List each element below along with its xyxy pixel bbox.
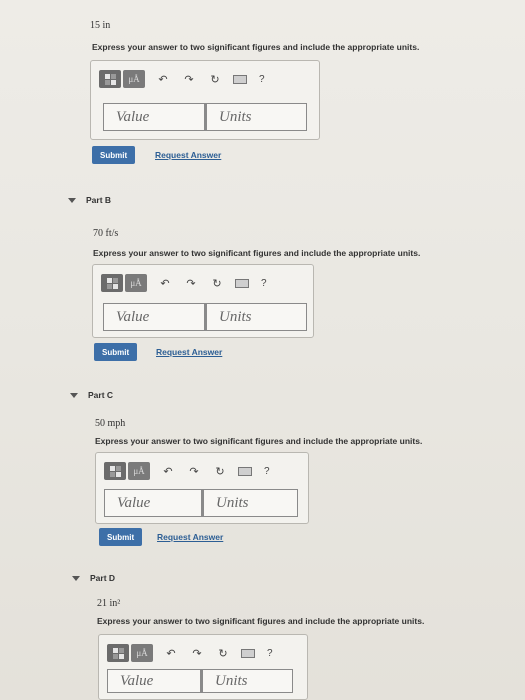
- partB-toolbar: μÅ ↶ ↷ ↻ ?: [101, 273, 267, 293]
- partC-fields: Value Units: [104, 489, 298, 517]
- template-button[interactable]: [104, 462, 126, 480]
- undo-icon[interactable]: ↶: [153, 73, 173, 86]
- partA-answer-box: μÅ ↶ ↷ ↻ ? Value Units: [90, 60, 320, 140]
- units-input[interactable]: Units: [202, 489, 298, 517]
- undo-icon[interactable]: ↶: [158, 465, 178, 478]
- reset-icon[interactable]: ↻: [205, 73, 225, 86]
- partD-instruction: Express your answer to two significant f…: [97, 616, 425, 626]
- redo-icon[interactable]: ↷: [184, 465, 204, 478]
- redo-icon[interactable]: ↷: [181, 277, 201, 290]
- partD-given: 21 in²: [97, 598, 121, 609]
- units-input[interactable]: Units: [205, 103, 307, 131]
- partB-given: 70 ft/s: [93, 228, 119, 239]
- template-icon: [112, 647, 124, 659]
- units-symbols-button[interactable]: μÅ: [128, 462, 150, 480]
- page: 15 in Express your answer to two signifi…: [0, 0, 525, 700]
- partB-instruction: Express your answer to two significant f…: [93, 248, 421, 258]
- undo-icon[interactable]: ↶: [161, 647, 181, 660]
- partB-fields: Value Units: [103, 303, 307, 331]
- partD-answer-box: μÅ ↶ ↷ ↻ ? Value Units: [98, 634, 308, 700]
- units-input[interactable]: Units: [201, 669, 293, 693]
- partB-request-answer-link[interactable]: Request Answer: [156, 347, 222, 357]
- template-button[interactable]: [99, 70, 121, 88]
- units-symbols-button[interactable]: μÅ: [123, 70, 145, 88]
- collapse-caret-icon: [70, 392, 78, 398]
- partC-header[interactable]: Part C: [70, 390, 113, 400]
- units-symbols-button[interactable]: μÅ: [125, 274, 147, 292]
- units-input[interactable]: Units: [205, 303, 307, 331]
- partD-header[interactable]: Part D: [72, 573, 115, 583]
- reset-icon[interactable]: ↻: [207, 277, 227, 290]
- value-input[interactable]: Value: [103, 103, 205, 131]
- template-button[interactable]: [107, 644, 129, 662]
- partC-title: Part C: [88, 390, 114, 400]
- partA-request-answer-link[interactable]: Request Answer: [155, 150, 221, 160]
- partD-fields: Value Units: [107, 669, 293, 693]
- partC-instruction: Express your answer to two significant f…: [95, 436, 423, 446]
- collapse-caret-icon: [68, 197, 76, 203]
- keyboard-icon[interactable]: [241, 648, 255, 658]
- value-input[interactable]: Value: [107, 669, 201, 693]
- partD-toolbar: μÅ ↶ ↷ ↻ ?: [107, 643, 273, 663]
- reset-icon[interactable]: ↻: [213, 647, 233, 660]
- help-icon[interactable]: ?: [264, 466, 270, 477]
- partA-instruction: Express your answer to two significant f…: [92, 42, 420, 52]
- keyboard-icon[interactable]: [238, 466, 252, 476]
- template-icon: [109, 465, 121, 477]
- template-button[interactable]: [101, 274, 123, 292]
- undo-icon[interactable]: ↶: [155, 277, 175, 290]
- help-icon[interactable]: ?: [259, 74, 265, 85]
- template-icon: [104, 73, 116, 85]
- partC-toolbar: μÅ ↶ ↷ ↻ ?: [104, 461, 270, 481]
- units-symbols-button[interactable]: μÅ: [131, 644, 153, 662]
- partB-submit-button[interactable]: Submit: [94, 343, 138, 361]
- partD-title: Part D: [90, 573, 116, 583]
- partC-submit-button[interactable]: Submit: [99, 528, 143, 546]
- value-input[interactable]: Value: [104, 489, 202, 517]
- value-input[interactable]: Value: [103, 303, 205, 331]
- partC-request-answer-link[interactable]: Request Answer: [157, 532, 223, 542]
- partC-answer-box: μÅ ↶ ↷ ↻ ? Value Units: [95, 452, 309, 524]
- template-icon: [106, 277, 118, 289]
- help-icon[interactable]: ?: [267, 648, 273, 659]
- redo-icon[interactable]: ↷: [179, 73, 199, 86]
- keyboard-icon[interactable]: [233, 74, 247, 84]
- partB-header[interactable]: Part B: [68, 195, 111, 205]
- partA-fields: Value Units: [103, 103, 307, 131]
- partC-given: 50 mph: [95, 418, 126, 429]
- partA-given: 15 in: [90, 20, 111, 31]
- collapse-caret-icon: [72, 575, 80, 581]
- partB-title: Part B: [86, 195, 112, 205]
- help-icon[interactable]: ?: [261, 278, 267, 289]
- reset-icon[interactable]: ↻: [210, 465, 230, 478]
- partB-answer-box: μÅ ↶ ↷ ↻ ? Value Units: [92, 264, 314, 338]
- keyboard-icon[interactable]: [235, 278, 249, 288]
- partA-submit-button[interactable]: Submit: [92, 146, 136, 164]
- partA-toolbar: μÅ ↶ ↷ ↻ ?: [99, 69, 265, 89]
- redo-icon[interactable]: ↷: [187, 647, 207, 660]
